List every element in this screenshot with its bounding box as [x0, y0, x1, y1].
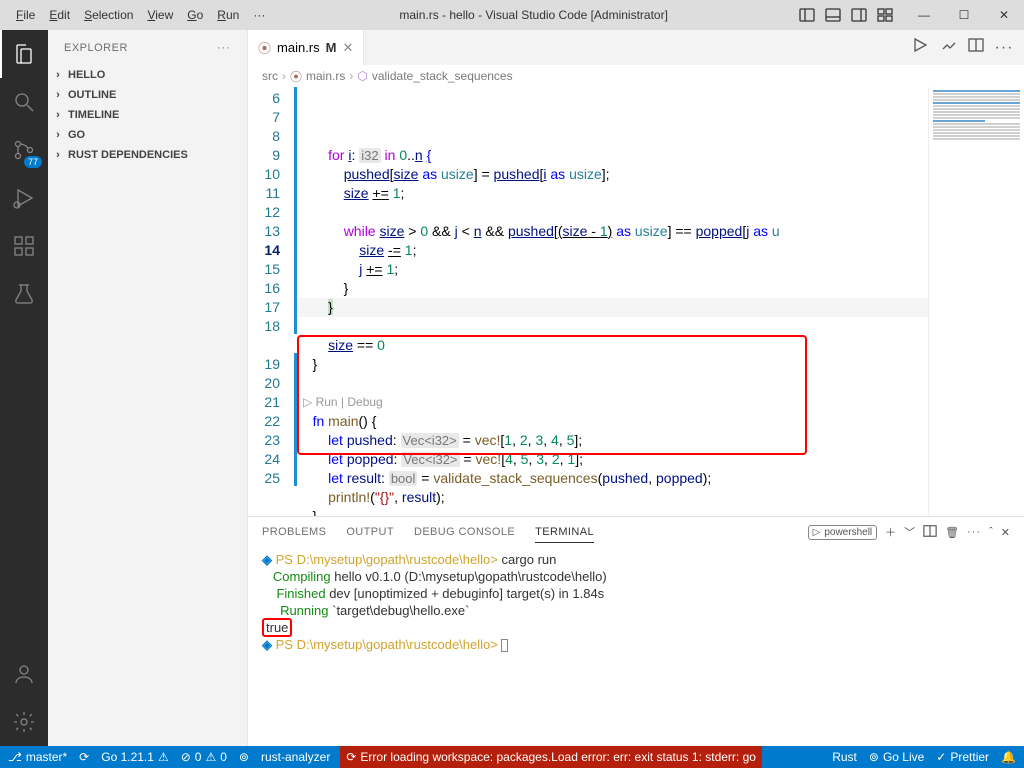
sidebar-section-timeline[interactable]: ›TIMELINE [48, 105, 247, 125]
panel-bottom-icon[interactable] [822, 4, 844, 26]
status-lang[interactable]: Rust [832, 750, 857, 764]
menu-selection[interactable]: Selection [78, 6, 139, 24]
status-radio[interactable]: ⊚ [239, 750, 249, 764]
status-sync[interactable]: ⟳ [79, 750, 89, 764]
run-icon[interactable] [910, 37, 930, 58]
titlebar: FileEditSelectionViewGoRun··· main.rs - … [0, 0, 1024, 30]
code-editor[interactable]: 6789101112131415161718 19202122232425 fo… [248, 87, 1024, 516]
tab-main-rs[interactable]: ⦿ main.rs M ✕ [248, 30, 364, 65]
status-error-loading[interactable]: ⟳ Error loading workspace: packages.Load… [340, 746, 762, 768]
close-panel-icon[interactable]: ✕ [1001, 526, 1010, 539]
sidebar-section-go[interactable]: ›GO [48, 125, 247, 145]
source-control-icon[interactable]: 77 [0, 126, 48, 174]
status-problems[interactable]: ⊘ 0 ⚠ 0 [181, 750, 227, 764]
customize-layout-icon[interactable] [874, 4, 896, 26]
status-rust-analyzer[interactable]: rust-analyzer [261, 750, 330, 764]
breadcrumb[interactable]: src› ⦿main.rs› ⬡validate_stack_sequences [248, 65, 1024, 87]
sidebar-header: EXPLORER ··· [48, 30, 247, 65]
window-title: main.rs - hello - Visual Studio Code [Ad… [271, 8, 796, 22]
terminal-shell-select[interactable]: ▷ powershell [808, 525, 878, 540]
debug-alt-icon[interactable] [938, 37, 958, 58]
status-branch[interactable]: ⎇ master* [8, 750, 67, 764]
panel-more-icon[interactable]: ··· [967, 526, 981, 538]
editor-area: ⦿ main.rs M ✕ ··· src› ⦿main.rs› ⬡valida… [248, 30, 1024, 746]
search-icon[interactable] [0, 78, 48, 126]
maximize-button[interactable]: ☐ [944, 0, 984, 30]
panel-right-icon[interactable] [848, 4, 870, 26]
activity-bar: 77 [0, 30, 48, 746]
accounts-icon[interactable] [0, 650, 48, 698]
rust-file-icon: ⦿ [258, 38, 271, 57]
kill-terminal-icon[interactable]: 🗑 [945, 526, 959, 539]
minimize-button[interactable]: ― [904, 0, 944, 30]
close-window-button[interactable]: ✕ [984, 0, 1024, 30]
status-go-version[interactable]: Go 1.21.1 ⚠ [101, 750, 168, 764]
terminal-dropdown-icon[interactable]: ﹀ [904, 524, 915, 540]
panel-tabs: PROBLEMS OUTPUT DEBUG CONSOLE TERMINAL ▷… [248, 517, 1024, 547]
run-debug-icon[interactable] [0, 174, 48, 222]
explorer-icon[interactable] [0, 30, 48, 78]
panel-tab-problems[interactable]: PROBLEMS [262, 522, 326, 542]
menu: FileEditSelectionViewGoRun··· [0, 6, 271, 24]
terminal-body[interactable]: ◈ PS D:\mysetup\gopath\rustcode\hello> c… [248, 547, 1024, 746]
panel-tab-debug-console[interactable]: DEBUG CONSOLE [414, 522, 515, 542]
split-terminal-icon[interactable] [923, 524, 937, 541]
menu-go[interactable]: Go [181, 6, 209, 24]
explorer-sidebar: EXPLORER ··· ›HELLO›OUTLINE›TIMELINE›GO›… [48, 30, 248, 746]
testing-icon[interactable] [0, 270, 48, 318]
status-prettier[interactable]: ✓ Prettier [936, 750, 989, 764]
tab-bar: ⦿ main.rs M ✕ ··· [248, 30, 1024, 65]
editor-more-icon[interactable]: ··· [994, 39, 1014, 57]
status-bell-icon[interactable]: 🔔 [1001, 750, 1016, 764]
menu-view[interactable]: View [141, 6, 179, 24]
sidebar-more-icon[interactable]: ··· [217, 42, 231, 54]
panel-tab-terminal[interactable]: TERMINAL [535, 522, 594, 543]
close-tab-icon[interactable]: ✕ [342, 40, 353, 56]
panel-left-icon[interactable] [796, 4, 818, 26]
status-bar: ⎇ master* ⟳ Go 1.21.1 ⚠ ⊘ 0 ⚠ 0 ⊚ rust-a… [0, 746, 1024, 768]
split-editor-icon[interactable] [966, 37, 986, 58]
layout-icons [796, 4, 896, 26]
new-terminal-icon[interactable]: ＋ [885, 524, 896, 540]
sidebar-section-rust-dependencies[interactable]: ›RUST DEPENDENCIES [48, 145, 247, 165]
maximize-panel-icon[interactable]: ˆ [989, 526, 993, 538]
menu-run[interactable]: Run [211, 6, 245, 24]
menu-file[interactable]: File [10, 6, 41, 24]
status-golive[interactable]: ⊚ Go Live [869, 750, 924, 764]
panel-tab-output[interactable]: OUTPUT [346, 522, 394, 542]
panel: PROBLEMS OUTPUT DEBUG CONSOLE TERMINAL ▷… [248, 516, 1024, 746]
settings-gear-icon[interactable] [0, 698, 48, 746]
extensions-icon[interactable] [0, 222, 48, 270]
menu-edit[interactable]: Edit [43, 6, 76, 24]
sidebar-section-outline[interactable]: ›OUTLINE [48, 85, 247, 105]
minimap[interactable] [928, 87, 1024, 516]
sidebar-section-hello[interactable]: ›HELLO [48, 65, 247, 85]
menu-···[interactable]: ··· [247, 6, 271, 24]
